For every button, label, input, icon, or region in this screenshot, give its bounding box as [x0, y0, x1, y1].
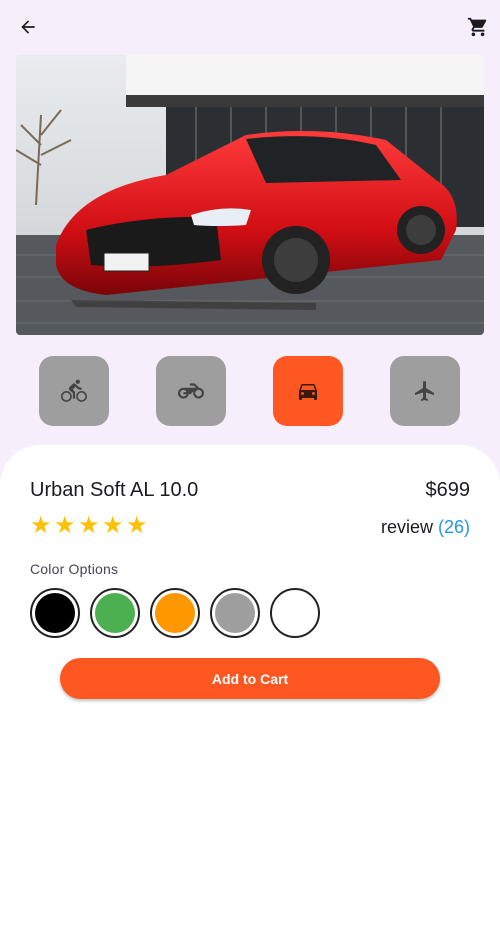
star-icon: ★ [78, 512, 100, 539]
star-icon: ★ [102, 512, 124, 539]
product-image [16, 55, 484, 335]
color-options [30, 588, 320, 638]
cart-button[interactable] [464, 13, 492, 41]
review-label: review [380, 517, 433, 537]
color-options-label: Color Options [30, 561, 119, 577]
arrow-back-icon [21, 20, 35, 34]
bicycle-icon [61, 379, 87, 402]
back-button[interactable] [14, 13, 42, 41]
product-title: Urban Soft AL 10.0 [30, 479, 199, 501]
category-car-button[interactable] [273, 356, 343, 426]
category-bicycle-button[interactable] [39, 356, 109, 426]
top-app-bar [0, 0, 500, 55]
color-swatch-black[interactable] [30, 588, 80, 638]
car-icon [299, 384, 317, 400]
review-count[interactable]: (26) [438, 517, 470, 537]
color-swatch-green[interactable] [90, 588, 140, 638]
star-icon: ★ [54, 512, 76, 539]
review-summary[interactable]: review (26) [381, 517, 470, 538]
color-swatch-orange[interactable] [150, 588, 200, 638]
red-sports-car-photo [16, 55, 484, 335]
add-to-cart-button[interactable]: Add to Cart [60, 658, 440, 699]
category-motorcycle-button[interactable] [156, 356, 226, 426]
star-icon: ★ [126, 512, 148, 539]
category-selector [0, 356, 500, 426]
shopping-cart-icon [467, 17, 487, 37]
rating-stars: ★ ★ ★ ★ ★ [30, 514, 148, 538]
star-icon: ★ [30, 512, 52, 539]
category-airplane-button[interactable] [390, 356, 460, 426]
airplane-icon [415, 381, 434, 401]
color-swatch-grey[interactable] [210, 588, 260, 638]
product-details-sheet: Urban Soft AL 10.0 $699 ★ ★ ★ ★ ★ review… [0, 445, 500, 943]
color-swatch-white[interactable] [270, 588, 320, 638]
motorcycle-icon [178, 383, 204, 399]
product-price: $699 [425, 479, 471, 501]
